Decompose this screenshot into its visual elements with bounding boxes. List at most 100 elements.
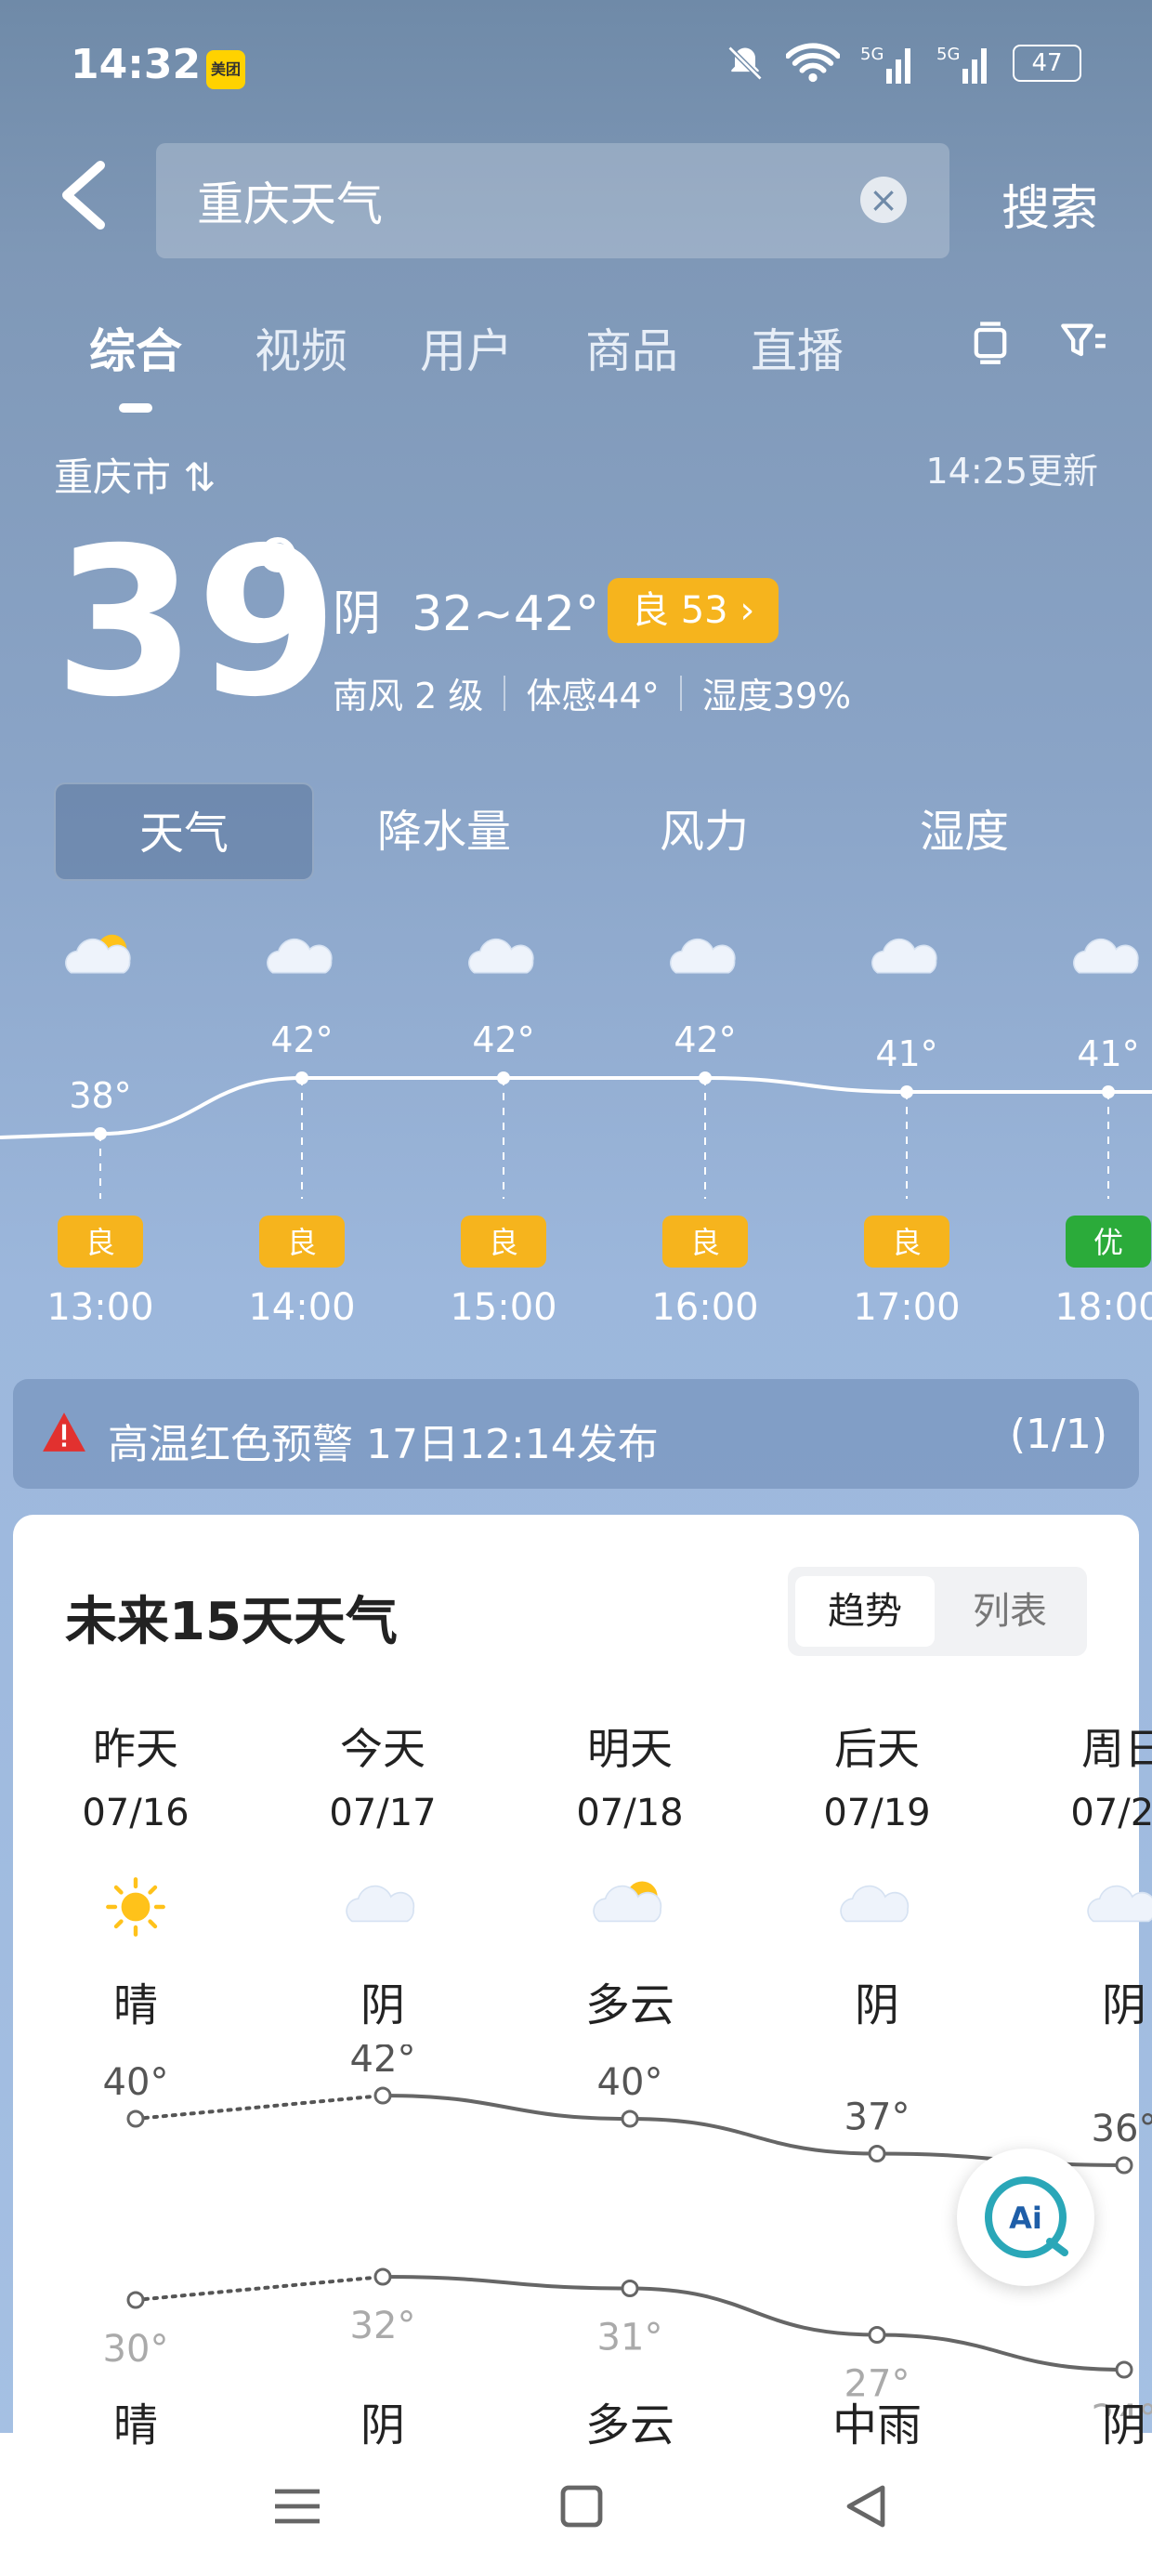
search-query-text[interactable]: 重庆天气	[197, 167, 383, 234]
wifi-icon	[786, 43, 840, 83]
hourly-forecast[interactable]: 38° 良 13:00 42° 良 14:00 42° 良 15:00 42° 良 16:00 41° 良…	[0, 911, 1152, 1347]
day-column[interactable]: 后天 07/19	[793, 1715, 961, 1834]
hourly-point	[1102, 1085, 1115, 1098]
night-condition-text: 中雨	[831, 2399, 922, 2451]
switch-city-icon[interactable]: ⇅	[183, 454, 216, 500]
hourly-time-label: 16:00	[651, 1286, 758, 1329]
hourly-point	[94, 1127, 107, 1140]
temp-range: 32~42°	[412, 586, 599, 642]
warning-text[interactable]: 高温红色预警 17日12:14发布	[108, 1411, 659, 1470]
day-condition: 多云	[546, 1968, 713, 2033]
view-toggle: 趋势 列表	[788, 1567, 1087, 1656]
sun-icon	[106, 1877, 165, 1937]
metric-tab-humidity[interactable]: 湿度	[834, 782, 1094, 881]
cloud-icon	[1087, 1885, 1152, 1923]
cloud-icon	[840, 1885, 910, 1923]
day-column[interactable]: 明天 07/18	[546, 1715, 713, 1834]
low-temp-line	[382, 2275, 1125, 2372]
clear-icon[interactable]: ×	[860, 177, 907, 223]
low-temp-label: 32°	[350, 2305, 416, 2347]
low-temp-point	[126, 2291, 145, 2309]
tab-all[interactable]: 综合	[89, 314, 182, 381]
low-temp-point	[621, 2280, 639, 2297]
home-icon[interactable]	[554, 2483, 609, 2530]
divider	[679, 675, 682, 711]
metric-tab-wind[interactable]: 风力	[574, 782, 834, 881]
toggle-list[interactable]: 列表	[940, 1576, 1080, 1647]
tab-users[interactable]: 用户	[420, 314, 513, 381]
metric-tabs: 天气 降水量 风力 湿度	[54, 782, 1113, 881]
search-button[interactable]: 搜索	[1001, 169, 1098, 239]
menu-icon[interactable]	[269, 2483, 325, 2530]
cloud-icon	[670, 938, 736, 974]
high-temp-point	[373, 2086, 392, 2105]
day-name: 今天	[340, 1724, 425, 1774]
partly-cloudy-icon	[593, 1881, 662, 1923]
hourly-time-label: 13:00	[46, 1286, 153, 1329]
day-column[interactable]: 昨天 07/16	[52, 1715, 219, 1834]
day-condition-text: 晴	[112, 1979, 158, 2031]
back-nav-icon[interactable]	[838, 2483, 894, 2530]
hourly-aqi-label: 良	[85, 1225, 115, 1260]
active-tab-indicator	[119, 403, 152, 413]
day-condition: 阴	[299, 1968, 466, 2033]
high-temp-label: 36°	[1092, 2108, 1152, 2150]
high-temp-point	[868, 2145, 886, 2162]
yesterday-high-line	[134, 2094, 385, 2121]
condition-text: 阴	[333, 586, 382, 642]
hourly-time-label: 17:00	[853, 1286, 960, 1329]
city-label[interactable]: 重庆市	[54, 454, 171, 500]
high-temp-label: 40°	[597, 2061, 663, 2104]
day-condition-text: 多云	[584, 1979, 674, 2031]
day-name: 昨天	[93, 1724, 178, 1774]
hourly-temp-label: 38°	[69, 1075, 131, 1116]
aqi-badge[interactable]: 良 53 ›	[608, 578, 779, 643]
wind-info: 南风 2 级	[333, 676, 484, 716]
cloud-icon	[1073, 938, 1139, 974]
tab-video[interactable]: 视频	[255, 314, 347, 381]
hourly-point	[900, 1085, 913, 1098]
partly-cloudy-icon	[593, 1881, 662, 1923]
toggle-trend[interactable]: 趋势	[795, 1576, 935, 1647]
night-condition: 阴	[1041, 2388, 1152, 2453]
cloud-icon	[1087, 1885, 1152, 1923]
ai-assistant-button[interactable]: Ai	[957, 2149, 1094, 2286]
low-temp-label: 31°	[597, 2317, 663, 2359]
battery-icon: 47	[1013, 45, 1081, 82]
cloud-icon	[840, 1885, 910, 1923]
divider	[504, 675, 506, 711]
low-temp-point	[868, 2326, 886, 2344]
day-condition-text: 阴	[360, 1979, 405, 2031]
day-condition: 阴	[1041, 1968, 1152, 2033]
day-date: 07/17	[329, 1792, 437, 1834]
tab-products[interactable]: 商品	[585, 314, 678, 381]
day-column[interactable]: 周日 07/20	[1041, 1715, 1152, 1834]
filter-icon[interactable]	[1059, 318, 1107, 366]
current-condition: 阴 32~42°	[333, 574, 599, 644]
aqi-text[interactable]: 良 53	[632, 589, 728, 632]
day-date: 07/19	[823, 1792, 931, 1834]
day-condition: 晴	[52, 1968, 219, 2033]
hourly-temperature-curve: 38° 良 13:00 42° 良 14:00 42° 良 15:00 42° 良 16:00 41° 良…	[0, 934, 1152, 1329]
list-view-icon[interactable]	[966, 318, 1015, 366]
metric-tab-precipitation[interactable]: 降水量	[314, 782, 574, 881]
high-temp-point	[126, 2109, 145, 2128]
svg-text:5G: 5G	[936, 45, 960, 64]
degree-symbol	[260, 537, 295, 572]
ai-icon[interactable]: Ai	[957, 2149, 1094, 2286]
back-icon[interactable]	[56, 158, 111, 232]
night-condition-text: 多云	[584, 2399, 674, 2451]
ai-label: Ai	[1009, 2201, 1042, 2236]
low-temp-label: 30°	[103, 2328, 169, 2371]
tab-live[interactable]: 直播	[751, 314, 844, 381]
day-column[interactable]: 今天 07/17	[299, 1715, 466, 1834]
metric-tab-weather[interactable]: 天气	[54, 782, 314, 881]
hourly-aqi-label: 良	[892, 1225, 922, 1260]
high-temp-label: 37°	[844, 2096, 910, 2139]
signal-5g-icon: 5G	[860, 45, 910, 84]
high-temp-label: 40°	[103, 2061, 169, 2104]
day-name: 周日	[1081, 1724, 1152, 1774]
city-name[interactable]: 重庆市 ⇅	[54, 446, 216, 503]
yesterday-low-line	[134, 2275, 385, 2302]
hourly-aqi-label: 良	[489, 1225, 518, 1260]
